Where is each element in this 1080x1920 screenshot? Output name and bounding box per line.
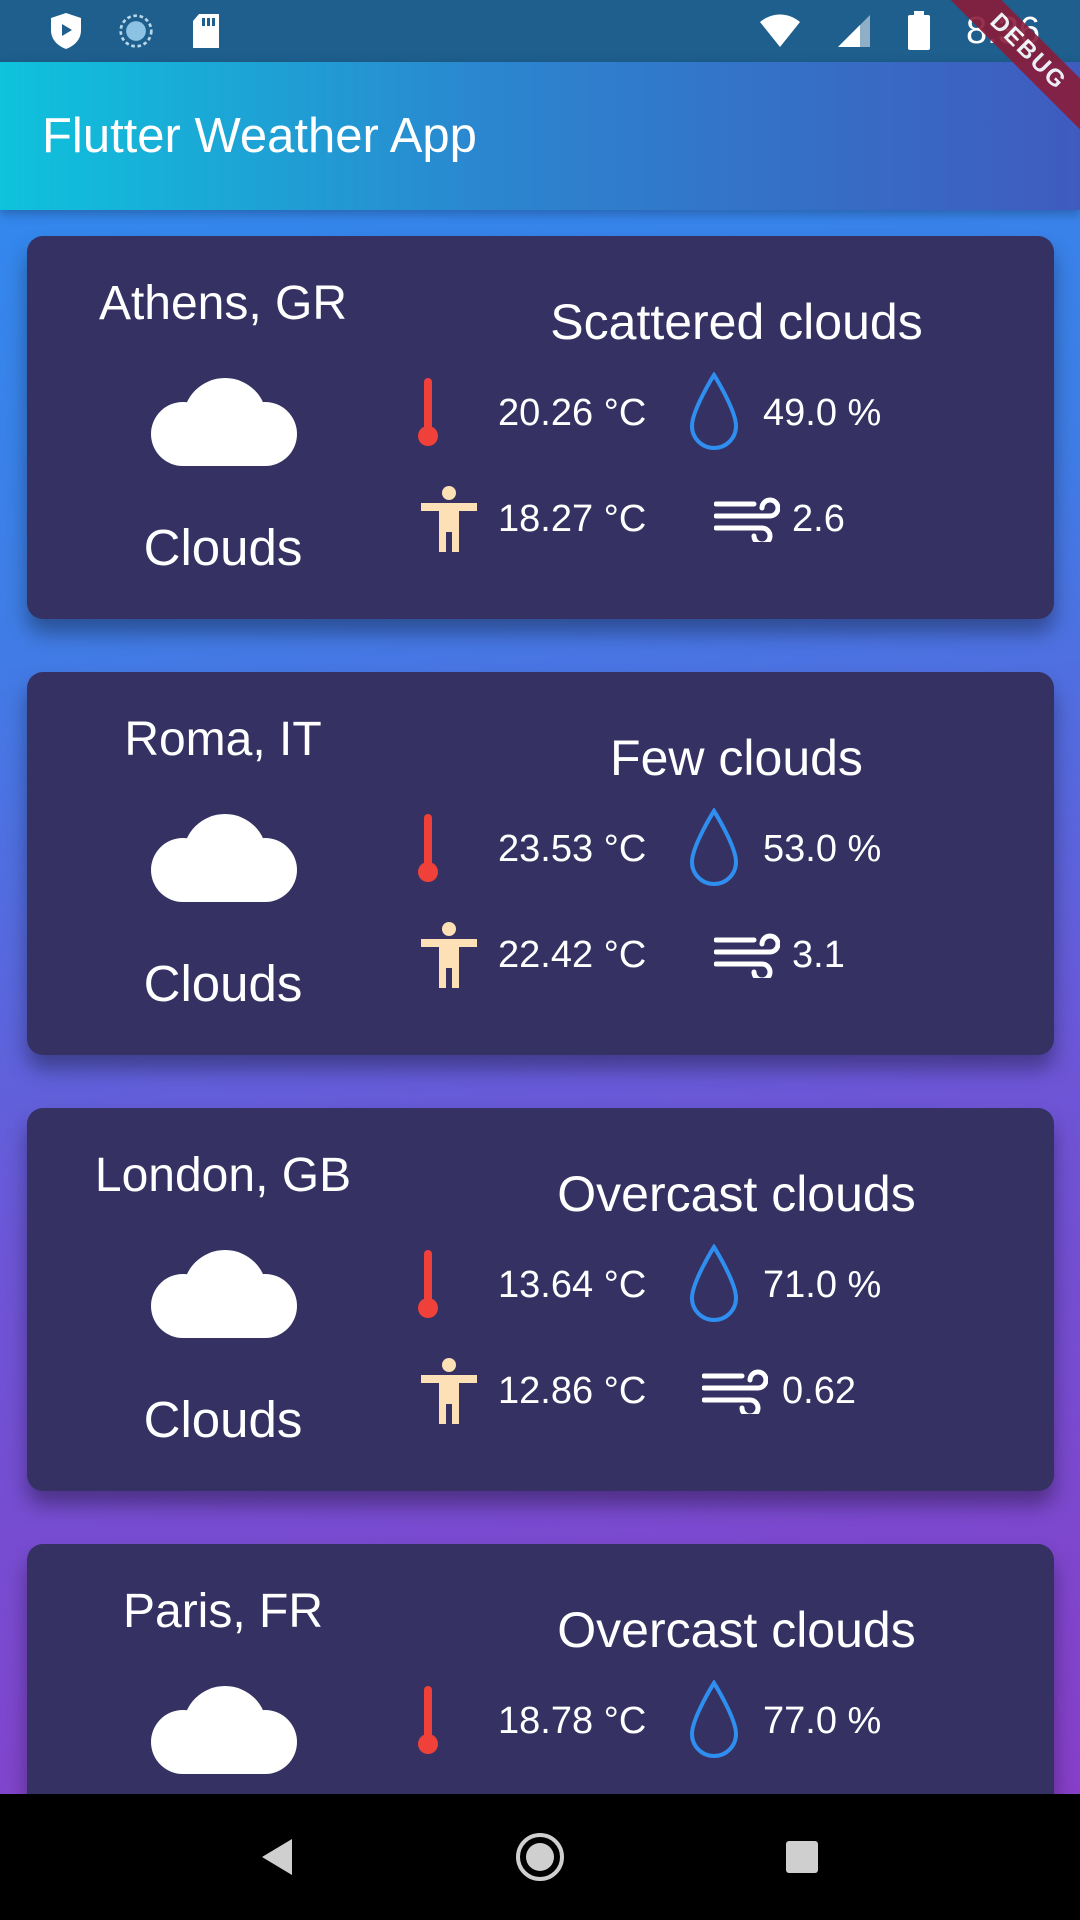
humidity-value: 77.0 % <box>763 1700 882 1742</box>
city-name: Paris, FR <box>122 1585 323 1638</box>
cloud-icon <box>151 378 297 466</box>
weather-main: Clouds <box>143 1391 303 1448</box>
feels-like-value: 12.86 °C <box>498 1370 647 1412</box>
weather-description: Overcast clouds <box>557 1166 916 1222</box>
weather-card[interactable]: Roma, IT Clouds Few clouds 23.53 °C 53.0… <box>27 672 1054 1055</box>
shield-play-icon <box>48 11 84 51</box>
wind-icon <box>702 1368 768 1414</box>
weather-list[interactable]: Athens, GR Clouds Scattered clouds 20.26… <box>0 210 1080 1794</box>
wind-value: 3.1 <box>792 934 845 976</box>
weather-card[interactable]: Paris, FR Overcast clouds 18.78 °C 77.0 … <box>27 1544 1054 1794</box>
battery-icon <box>906 11 932 51</box>
wifi-icon <box>758 11 802 51</box>
city-name: London, GB <box>94 1149 352 1202</box>
wind-value: 0.62 <box>782 1370 856 1412</box>
status-bar: 8:36 <box>0 0 1080 62</box>
thermometer-icon <box>410 1248 446 1318</box>
weather-description: Scattered clouds <box>550 294 923 350</box>
app-title: Flutter Weather App <box>42 109 477 163</box>
sync-icon <box>118 11 154 51</box>
wind-icon <box>714 496 780 542</box>
water-drop-icon <box>689 1680 739 1760</box>
temperature-value: 23.53 °C <box>498 828 647 870</box>
feels-like-value: 22.42 °C <box>498 934 647 976</box>
thermometer-icon <box>410 376 446 446</box>
humidity-value: 53.0 % <box>763 828 882 870</box>
thermometer-icon <box>410 812 446 882</box>
wind-value: 2.6 <box>792 498 845 540</box>
weather-card[interactable]: London, GB Clouds Overcast clouds 13.64 … <box>27 1108 1054 1491</box>
app-bar: Flutter Weather App <box>0 62 1080 210</box>
wind-icon <box>714 932 780 978</box>
city-name: Athens, GR <box>98 277 348 330</box>
recents-icon[interactable] <box>784 1839 820 1875</box>
temperature-value: 20.26 °C <box>498 392 647 434</box>
home-icon[interactable] <box>515 1832 565 1882</box>
temperature-value: 18.78 °C <box>498 1700 647 1742</box>
cloud-icon <box>151 814 297 902</box>
weather-description: Few clouds <box>610 730 863 786</box>
person-icon <box>419 1358 479 1426</box>
water-drop-icon <box>689 808 739 888</box>
city-name: Roma, IT <box>124 713 322 766</box>
humidity-value: 71.0 % <box>763 1264 882 1306</box>
navigation-bar <box>0 1794 1080 1920</box>
water-drop-icon <box>689 1244 739 1324</box>
temperature-value: 13.64 °C <box>498 1264 647 1306</box>
cloud-icon <box>151 1250 297 1338</box>
weather-card[interactable]: Athens, GR Clouds Scattered clouds 20.26… <box>27 236 1054 619</box>
weather-main: Clouds <box>143 955 303 1012</box>
person-icon <box>419 922 479 990</box>
person-icon <box>419 486 479 554</box>
sd-card-icon <box>188 11 224 51</box>
signal-icon <box>836 11 872 51</box>
feels-like-value: 18.27 °C <box>498 498 647 540</box>
cloud-icon <box>151 1686 297 1774</box>
back-icon[interactable] <box>260 1837 296 1877</box>
water-drop-icon <box>689 372 739 452</box>
thermometer-icon <box>410 1684 446 1754</box>
humidity-value: 49.0 % <box>763 392 882 434</box>
weather-main: Clouds <box>143 519 303 576</box>
weather-description: Overcast clouds <box>557 1602 916 1658</box>
